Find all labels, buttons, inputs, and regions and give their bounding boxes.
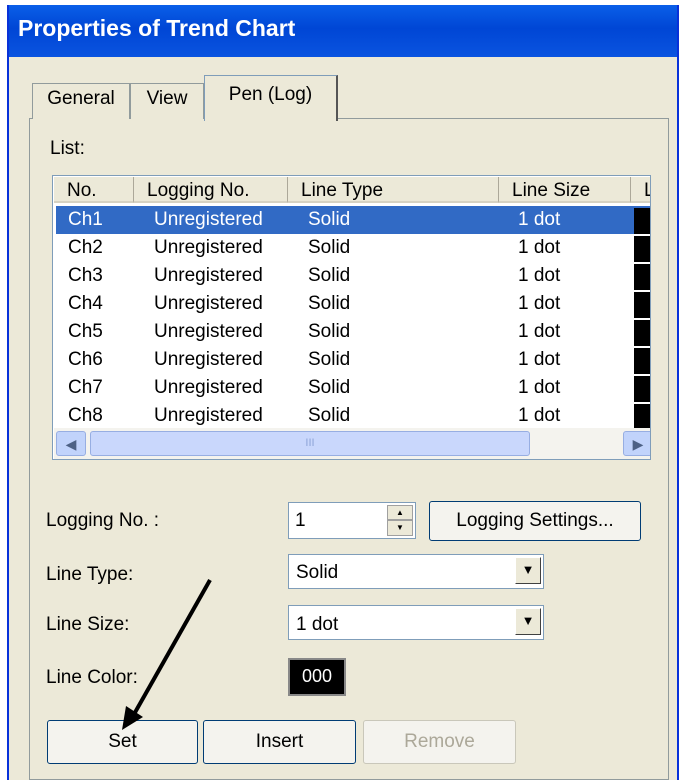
set-button[interactable]: Set (47, 720, 198, 764)
line-color-label: Line Color: (46, 667, 138, 688)
cell-line-type: Solid (308, 265, 351, 286)
cell-no: Ch4 (68, 293, 103, 314)
chevron-down-icon: ▼ (521, 562, 535, 577)
cell-line-type: Solid (308, 321, 351, 342)
scroll-grip-icon: III (305, 437, 315, 449)
line-size-dropdown-button[interactable]: ▼ (515, 608, 541, 635)
cell-no: Ch3 (68, 265, 103, 286)
list-row[interactable]: Ch6 Unregistered Solid 1 dot (56, 346, 650, 374)
cell-line-type: Solid (308, 405, 351, 426)
cell-line-type: Solid (308, 237, 351, 258)
chevron-left-icon: ◀ (65, 436, 77, 452)
cell-logging-no: Unregistered (154, 265, 263, 286)
scroll-right-button[interactable]: ▶ (623, 431, 650, 456)
cell-logging-no: Unregistered (154, 209, 263, 230)
cell-logging-no: Unregistered (154, 405, 263, 426)
cell-line-type: Solid (308, 209, 351, 230)
cell-line-size: 1 dot (518, 321, 561, 342)
window-title: Properties of Trend Chart (18, 15, 296, 41)
cell-line-color-swatch (634, 292, 650, 318)
cell-line-size: 1 dot (518, 237, 561, 258)
cell-line-color-swatch (634, 236, 650, 262)
cell-line-color-swatch (634, 208, 650, 234)
list-row[interactable]: Ch5 Unregistered Solid 1 dot (56, 318, 650, 346)
dialog-window: Properties of Trend Chart General View P… (7, 5, 679, 780)
insert-button[interactable]: Insert (203, 720, 356, 764)
cell-no: Ch6 (68, 349, 103, 370)
line-color-value: 000 (301, 666, 333, 686)
cell-line-color-swatch (634, 320, 650, 346)
column-header-line-type[interactable]: Line Type (288, 177, 499, 203)
cell-line-color-swatch (634, 264, 650, 290)
cell-line-size: 1 dot (518, 405, 561, 426)
logging-settings-button[interactable]: Logging Settings... (429, 501, 641, 541)
column-header-logging-no[interactable]: Logging No. (134, 177, 288, 203)
horizontal-scroll-thumb[interactable]: III (90, 431, 530, 456)
cell-logging-no: Unregistered (154, 377, 263, 398)
cell-line-size: 1 dot (518, 293, 561, 314)
cell-no: Ch7 (68, 377, 103, 398)
logging-no-value: 1 (295, 510, 306, 531)
line-type-dropdown-button[interactable]: ▼ (515, 557, 541, 584)
cell-logging-no: Unregistered (154, 237, 263, 258)
chevron-right-icon: ▶ (632, 436, 644, 452)
cell-line-color-swatch (634, 348, 650, 374)
line-type-label: Line Type: (46, 564, 134, 585)
spin-up-icon: ▲ (396, 508, 404, 517)
logging-no-label: Logging No. : (46, 510, 160, 531)
cell-line-size: 1 dot (518, 265, 561, 286)
list-row[interactable]: Ch3 Unregistered Solid 1 dot (56, 262, 650, 290)
cell-line-size: 1 dot (518, 377, 561, 398)
spin-down-icon: ▼ (396, 523, 404, 532)
cell-logging-no: Unregistered (154, 349, 263, 370)
title-bar[interactable]: Properties of Trend Chart (9, 5, 677, 57)
cell-no: Ch2 (68, 237, 103, 258)
column-header-line-size[interactable]: Line Size (499, 177, 631, 203)
line-color-button[interactable]: 000 (288, 658, 346, 696)
line-type-select[interactable]: Solid ▼ (288, 554, 544, 589)
cell-logging-no: Unregistered (154, 321, 263, 342)
cell-line-type: Solid (308, 293, 351, 314)
list-row[interactable]: Ch2 Unregistered Solid 1 dot (56, 234, 650, 262)
line-size-value: 1 dot (296, 614, 339, 635)
cell-line-type: Solid (308, 349, 351, 370)
cell-line-type: Solid (308, 377, 351, 398)
cell-line-size: 1 dot (518, 209, 561, 230)
list-row[interactable]: Ch1 Unregistered Solid 1 dot (56, 206, 650, 234)
horizontal-scrollbar[interactable]: ◀ III ▶ (54, 428, 650, 459)
line-type-value: Solid (296, 562, 339, 583)
spin-up-button[interactable]: ▲ (387, 505, 413, 520)
tab-pen-log[interactable]: Pen (Log) (204, 75, 338, 121)
tab-view[interactable]: View (130, 83, 204, 119)
column-header-no[interactable]: No. (54, 177, 134, 203)
list-label: List: (50, 138, 85, 159)
cell-no: Ch8 (68, 405, 103, 426)
remove-button[interactable]: Remove (363, 720, 516, 764)
cell-line-color-swatch (634, 376, 650, 402)
cell-line-size: 1 dot (518, 349, 561, 370)
list-row[interactable]: Ch7 Unregistered Solid 1 dot (56, 374, 650, 402)
cell-logging-no: Unregistered (154, 293, 263, 314)
list-row[interactable]: Ch8 Unregistered Solid 1 dot (56, 402, 650, 430)
scroll-left-button[interactable]: ◀ (56, 431, 86, 456)
logging-no-spinner[interactable]: 1 ▲ ▼ (288, 502, 416, 539)
column-header-line-color[interactable]: L (631, 177, 650, 203)
tab-general[interactable]: General (32, 83, 130, 119)
spin-down-button[interactable]: ▼ (387, 520, 413, 536)
cell-no: Ch1 (68, 209, 103, 230)
line-size-select[interactable]: 1 dot ▼ (288, 605, 544, 640)
list-row[interactable]: Ch4 Unregistered Solid 1 dot (56, 290, 650, 318)
line-size-label: Line Size: (46, 614, 130, 635)
cell-line-color-swatch (634, 404, 650, 430)
cell-no: Ch5 (68, 321, 103, 342)
pen-list[interactable]: No. Logging No. Line Type Line Size L Ch… (52, 175, 651, 460)
chevron-down-icon: ▼ (521, 613, 535, 628)
